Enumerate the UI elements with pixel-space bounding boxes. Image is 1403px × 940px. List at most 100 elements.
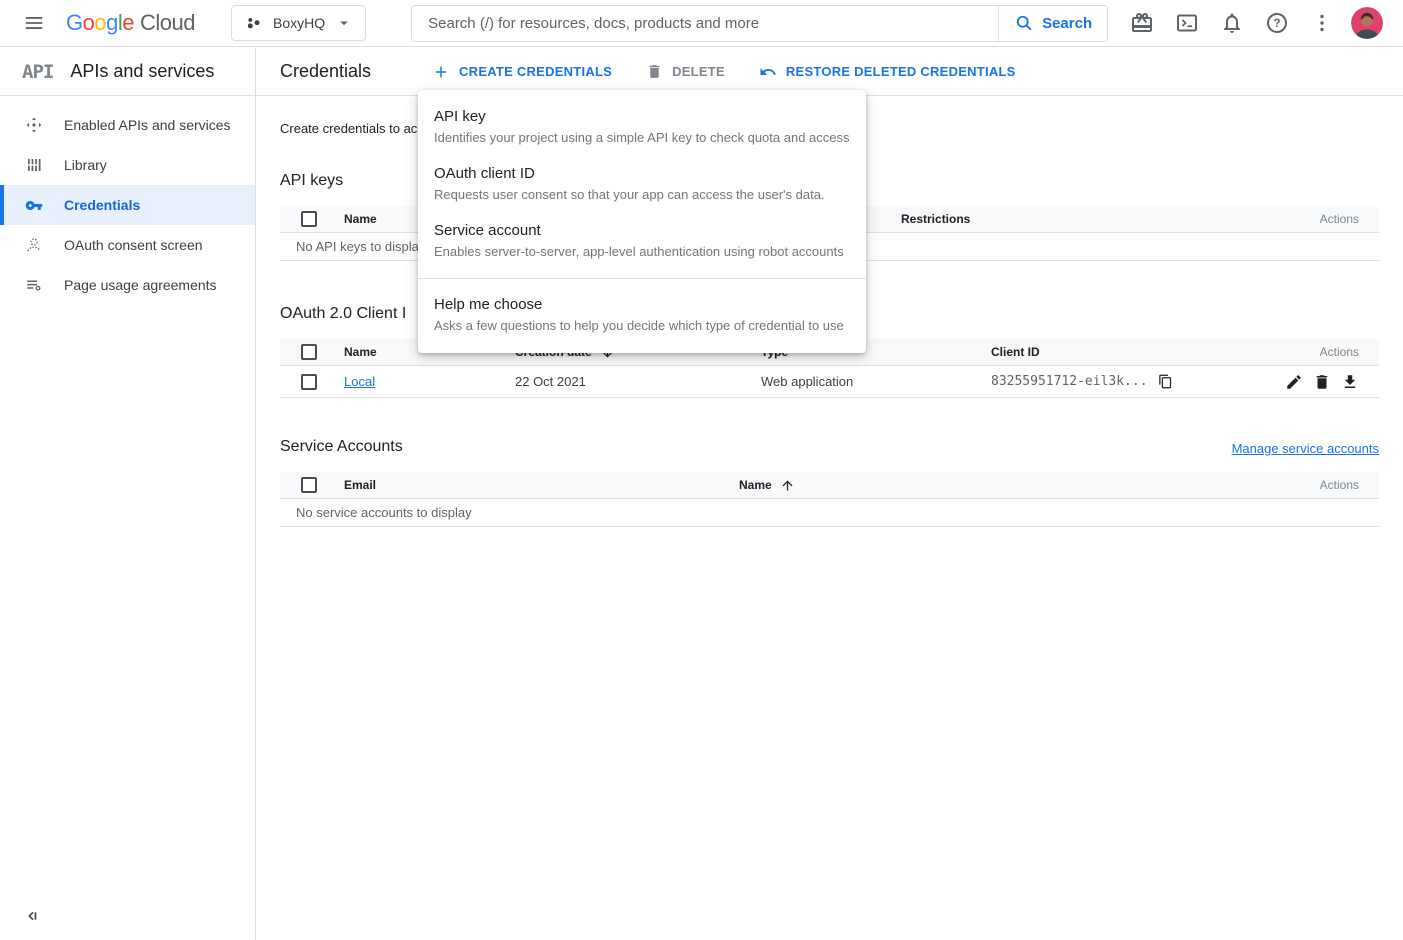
svg-text:?: ?	[1273, 18, 1280, 30]
service-accounts-empty-row: No service accounts to display	[280, 499, 1379, 527]
menu-item-title: API key	[434, 107, 850, 127]
menu-item-description: Identifies your project using a simple A…	[434, 129, 850, 147]
avatar[interactable]	[1351, 7, 1383, 39]
api-product-logo: API	[22, 61, 53, 83]
menu-item-title: OAuth client ID	[434, 164, 850, 184]
menu-item-description: Asks a few questions to help you decide …	[434, 317, 850, 335]
menu-item-title: Service account	[434, 221, 850, 241]
offers-button[interactable]	[1130, 11, 1154, 35]
trash-icon	[646, 63, 663, 80]
sidebar-item-label: Credentials	[64, 197, 140, 213]
menu-item-api-key[interactable]: API key Identifies your project using a …	[418, 99, 866, 156]
gift-icon	[1130, 11, 1154, 35]
topbar: Google Cloud BoxyHQ Search	[0, 0, 1403, 47]
row-actions	[1283, 373, 1379, 391]
sidebar-item-library[interactable]: Library	[0, 145, 255, 185]
column-name-label: Name	[739, 478, 772, 492]
create-credentials-button[interactable]: CREATE CREDENTIALS	[432, 63, 612, 81]
table-row: Local 22 Oct 2021 Web application 832559…	[280, 366, 1379, 398]
column-actions: Actions	[1283, 345, 1379, 359]
enabled-apis-icon	[25, 116, 43, 134]
row-checkbox[interactable]	[301, 374, 317, 390]
caret-down-icon	[335, 14, 353, 32]
sidebar: API APIs and services Enabled APIs and s…	[0, 48, 256, 940]
vertical-dots-icon	[1310, 11, 1334, 35]
client-id-value: 83255951712-eil3k...	[991, 374, 1148, 389]
sidebar-item-oauth-consent[interactable]: OAuth consent screen	[0, 225, 255, 265]
menu-item-description: Requests user consent so that your app c…	[434, 186, 850, 204]
sidebar-item-page-usage[interactable]: Page usage agreements	[0, 265, 255, 305]
client-name-cell: Local	[344, 374, 515, 389]
collapse-sidebar-button[interactable]	[20, 904, 44, 928]
sidebar-item-label: Library	[64, 157, 107, 173]
menu-item-oauth-client-id[interactable]: OAuth client ID Requests user consent so…	[418, 156, 866, 213]
service-accounts-heading: Service Accounts	[280, 438, 403, 456]
delete-icon[interactable]	[1313, 373, 1331, 391]
google-cloud-logo[interactable]: Google Cloud	[66, 10, 195, 36]
menu-item-title: Help me choose	[434, 295, 850, 315]
sidebar-item-label: OAuth consent screen	[64, 237, 203, 253]
download-icon[interactable]	[1341, 373, 1359, 391]
column-restrictions: Restrictions	[901, 212, 1283, 226]
service-accounts-table-header: Email Name Actions	[280, 472, 1379, 499]
column-name[interactable]: Name	[739, 478, 1283, 493]
sidebar-title: APIs and services	[70, 61, 214, 82]
client-name-link[interactable]: Local	[344, 374, 375, 389]
logo-letter: e	[122, 10, 134, 36]
delete-button[interactable]: DELETE	[646, 63, 725, 80]
sort-ascending-icon	[780, 478, 795, 493]
select-all-cell	[280, 477, 344, 493]
column-actions: Actions	[1283, 478, 1379, 492]
page-title: Credentials	[280, 61, 371, 82]
search-input[interactable]	[412, 6, 998, 41]
type-cell: Web application	[761, 374, 991, 389]
logo-cloud-text: Cloud	[140, 10, 195, 36]
manage-service-accounts-link[interactable]: Manage service accounts	[1232, 441, 1379, 456]
bell-icon	[1220, 11, 1244, 35]
select-all-checkbox[interactable]	[301, 477, 317, 493]
help-icon: ?	[1265, 11, 1289, 35]
column-email: Email	[344, 478, 739, 492]
sidebar-item-enabled-apis[interactable]: Enabled APIs and services	[0, 105, 255, 145]
menu-item-help-me-choose[interactable]: Help me choose Asks a few questions to h…	[418, 287, 866, 344]
restore-label: RESTORE DELETED CREDENTIALS	[786, 64, 1016, 79]
logo-letter: o	[94, 10, 106, 36]
delete-label: DELETE	[672, 64, 725, 79]
column-actions: Actions	[1283, 212, 1379, 226]
sidebar-item-credentials[interactable]: Credentials	[0, 185, 255, 225]
select-all-checkbox[interactable]	[301, 211, 317, 227]
menu-button[interactable]	[20, 9, 48, 37]
sidebar-item-label: Page usage agreements	[64, 277, 217, 293]
logo-letter: o	[83, 10, 95, 36]
select-all-cell	[280, 344, 344, 360]
search-button[interactable]: Search	[998, 6, 1107, 41]
logo-letter: g	[106, 10, 118, 36]
search-button-label: Search	[1042, 15, 1092, 32]
notifications-button[interactable]	[1220, 11, 1244, 35]
row-check-cell	[280, 374, 344, 390]
project-selector[interactable]: BoxyHQ	[231, 5, 366, 41]
help-button[interactable]: ?	[1265, 11, 1289, 35]
column-client-id: Client ID	[991, 345, 1283, 359]
project-icon	[244, 14, 263, 33]
restore-deleted-credentials-button[interactable]: RESTORE DELETED CREDENTIALS	[759, 63, 1016, 81]
terminal-icon	[1175, 11, 1199, 35]
plus-icon	[432, 63, 450, 81]
create-credentials-menu: API key Identifies your project using a …	[418, 90, 866, 353]
service-accounts-heading-row: Service Accounts Manage service accounts	[280, 438, 1379, 456]
menu-divider	[418, 278, 866, 279]
more-options-button[interactable]	[1310, 11, 1334, 35]
select-all-checkbox[interactable]	[301, 344, 317, 360]
topbar-actions: ?	[1130, 7, 1383, 39]
cloud-shell-button[interactable]	[1175, 11, 1199, 35]
copy-icon[interactable]	[1158, 374, 1173, 389]
agreements-icon	[25, 276, 43, 294]
menu-item-service-account[interactable]: Service account Enables server-to-server…	[418, 213, 866, 270]
search-bar: Search	[411, 5, 1108, 42]
hamburger-icon	[23, 12, 45, 34]
project-name: BoxyHQ	[273, 15, 325, 31]
sidebar-nav: Enabled APIs and services Library Creden…	[0, 96, 255, 305]
logo-letter: G	[66, 10, 83, 36]
edit-icon[interactable]	[1285, 373, 1303, 391]
creation-date-cell: 22 Oct 2021	[515, 374, 761, 389]
